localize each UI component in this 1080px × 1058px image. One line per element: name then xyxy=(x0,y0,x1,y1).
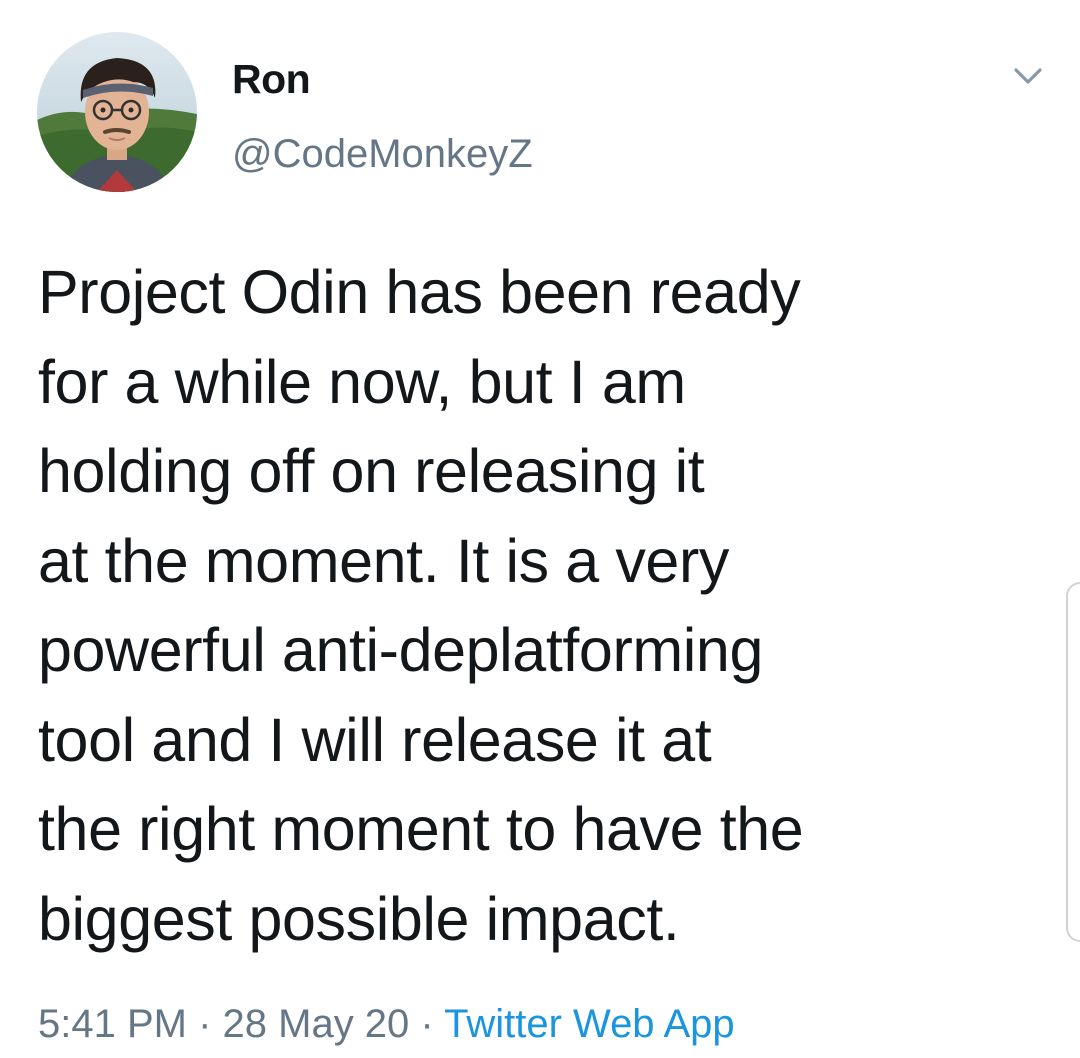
tweet-source-link[interactable]: Twitter Web App xyxy=(444,1002,735,1046)
tweet-date[interactable]: 28 May 20 xyxy=(223,1002,410,1046)
avatar[interactable] xyxy=(37,32,197,192)
tweet-text-line: for a while now, but I am xyxy=(38,347,686,416)
tweet-text-line: Project Odin has been ready xyxy=(38,258,801,326)
tweet-text-line: holding off on releasing it xyxy=(38,437,705,505)
tweet-text-line: powerful anti-deplatforming xyxy=(38,616,763,684)
meta-separator: · xyxy=(186,1002,223,1046)
tweet-menu-button[interactable] xyxy=(1006,60,1050,94)
tweet-time[interactable]: 5:41 PM xyxy=(38,1002,187,1046)
tweet-card: Ron @CodeMonkeyZ Project Odin has been r… xyxy=(0,0,1080,1058)
tweet-text: Project Odin has been ready for a while … xyxy=(38,248,1048,964)
tweet-text-line: tool and I will release it at xyxy=(38,705,712,774)
display-name[interactable]: Ron xyxy=(232,55,311,103)
tweet-text-line: biggest possible impact. xyxy=(38,884,680,953)
avatar-photo xyxy=(37,32,197,192)
edge-scroll-handle[interactable] xyxy=(1066,582,1080,942)
user-handle[interactable]: @CodeMonkeyZ xyxy=(232,130,533,178)
meta-separator: · xyxy=(409,1002,445,1046)
chevron-down-icon xyxy=(1014,68,1042,84)
tweet-text-line: at the moment. It is a very xyxy=(38,526,729,595)
tweet-meta: 5:41 PM · 28 May 20 · Twitter Web App xyxy=(38,996,735,1052)
tweet-text-line: the right moment to have the xyxy=(38,795,804,863)
